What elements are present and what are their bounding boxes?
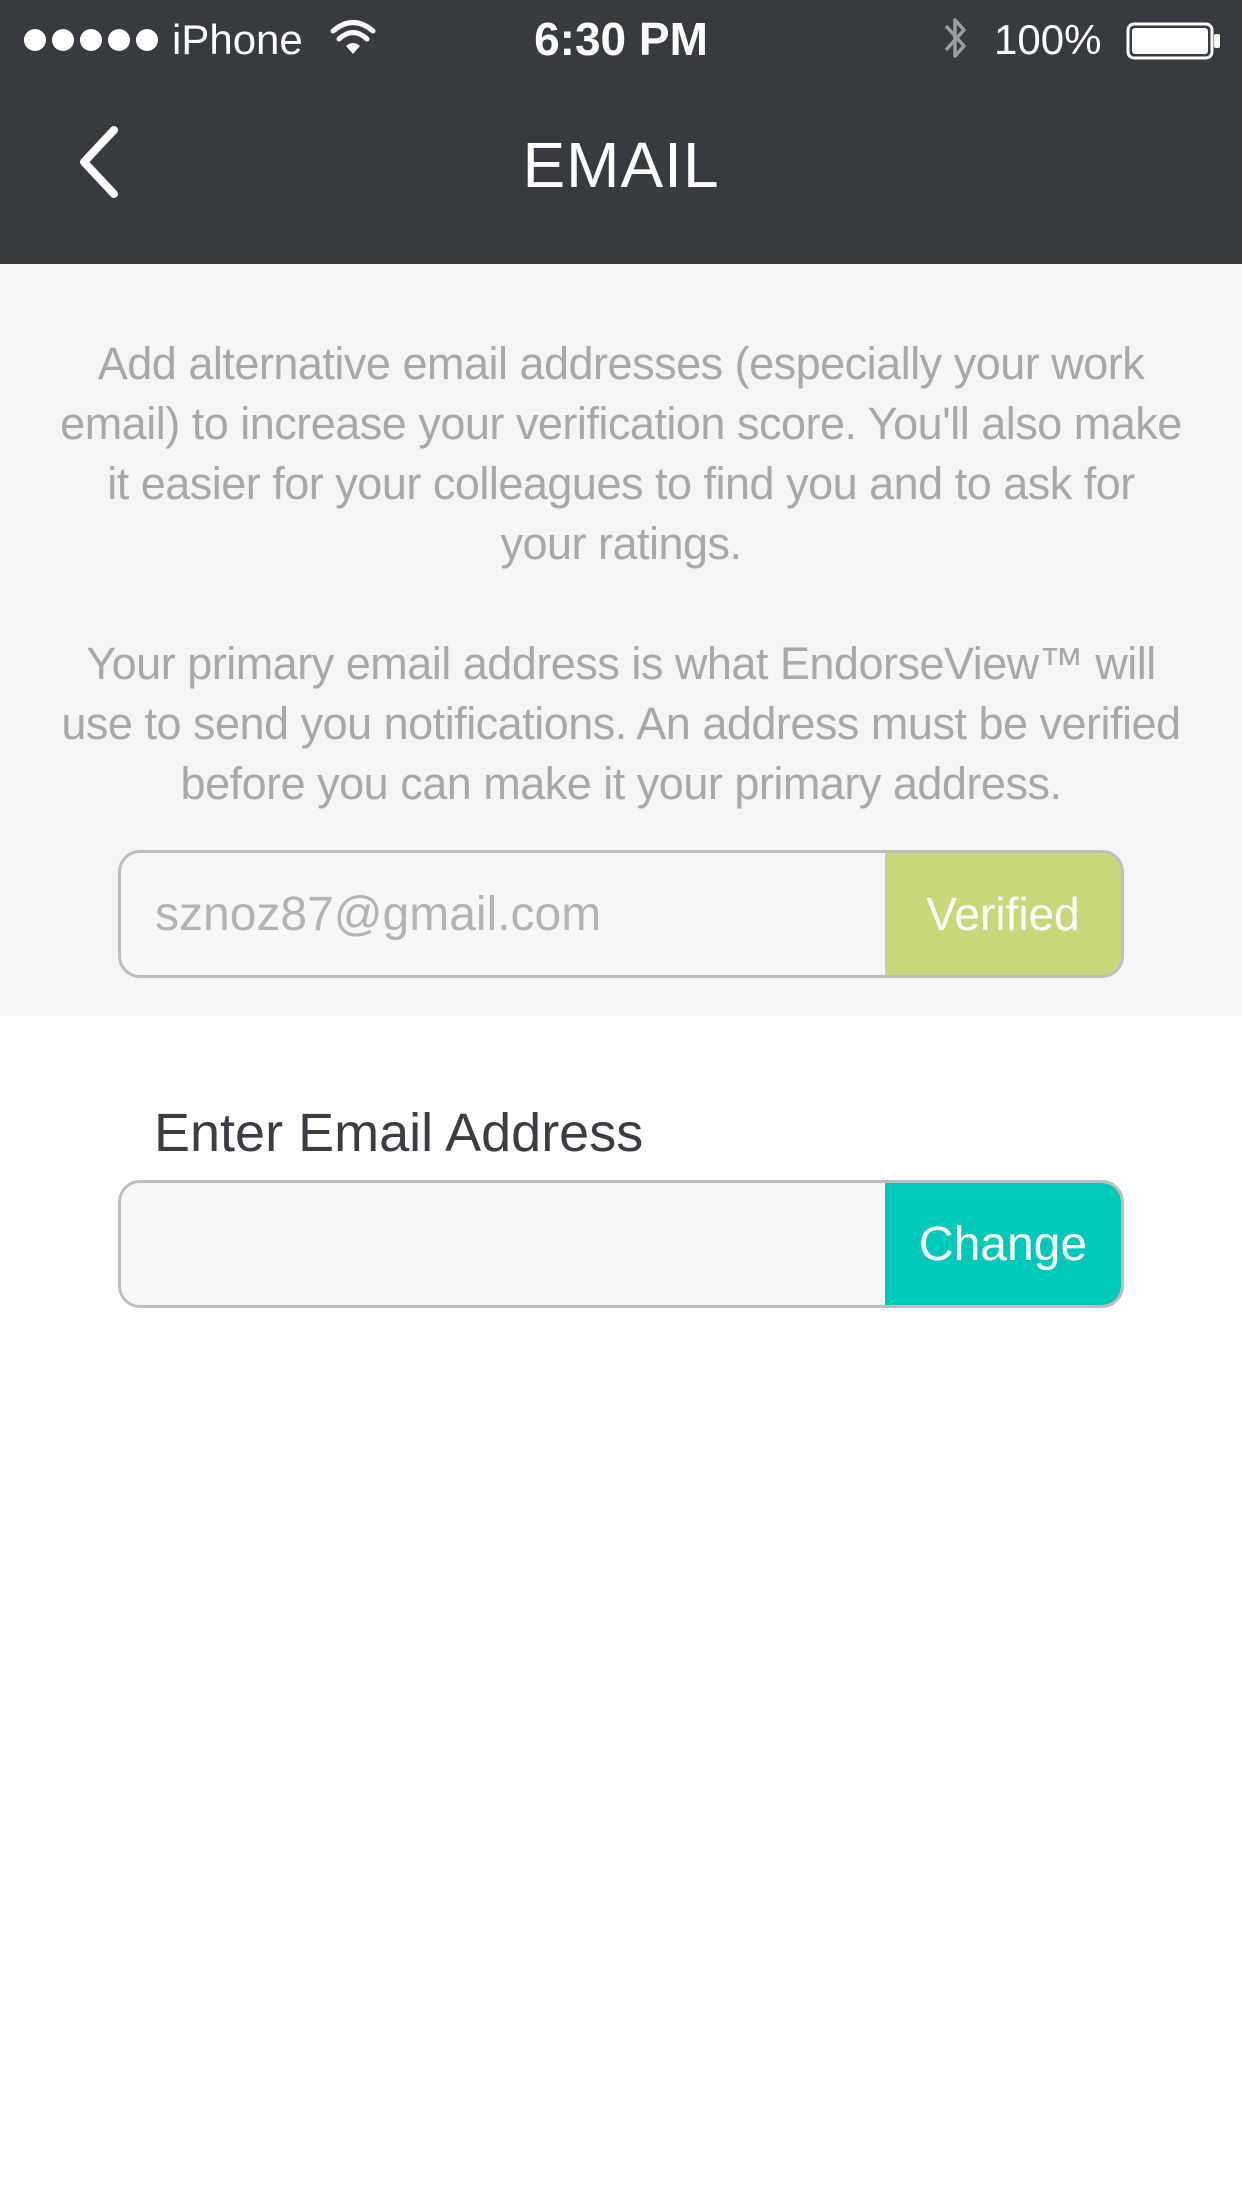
- battery-percent: 100%: [994, 16, 1102, 63]
- nav-bar: EMAIL: [0, 80, 1242, 264]
- bluetooth-icon: [944, 18, 966, 58]
- email-settings-screen: iPhone 6:30 PM 100% EMAIL Add alternativ…: [0, 0, 1242, 2208]
- change-button[interactable]: Change: [885, 1183, 1121, 1305]
- page-title: EMAIL: [522, 129, 720, 201]
- status-bar: iPhone 6:30 PM 100%: [0, 0, 1242, 80]
- primary-email-field: sznoz87@gmail.com Verified: [118, 850, 1124, 978]
- info-paragraph-primary-email: Your primary email address is what Endor…: [61, 638, 1181, 809]
- enter-email-label: Enter Email Address: [154, 1103, 644, 1163]
- header: iPhone 6:30 PM 100% EMAIL: [0, 0, 1242, 264]
- verified-badge: Verified: [885, 853, 1121, 975]
- info-section: Add alternative email addresses (especia…: [0, 264, 1242, 1016]
- battery-icon: [1126, 22, 1220, 60]
- info-paragraph-alternative-emails: Add alternative email addresses (especia…: [60, 338, 1182, 569]
- primary-email-value: sznoz87@gmail.com: [155, 887, 602, 941]
- email-input[interactable]: [121, 1183, 885, 1305]
- new-email-field: Change: [118, 1180, 1124, 1308]
